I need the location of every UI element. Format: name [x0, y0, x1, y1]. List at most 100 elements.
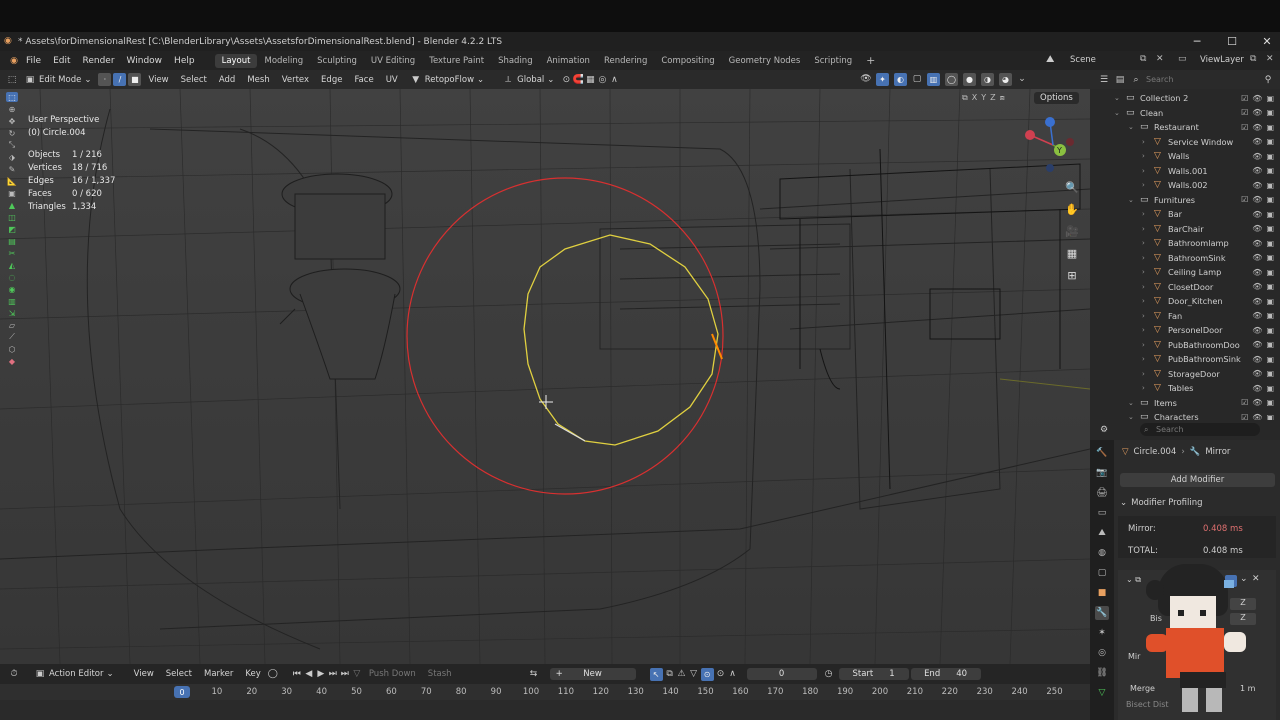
render-camera-icon[interactable]: ▣ — [1266, 282, 1274, 291]
snap-icon[interactable]: 🧲 — [572, 74, 584, 86]
workspace-tab-texture-paint[interactable]: Texture Paint — [422, 54, 491, 68]
chevron-right-icon[interactable]: › — [1142, 225, 1145, 233]
warning-icon[interactable]: ⚠ — [676, 668, 688, 680]
smooth-tool-icon[interactable]: ◉ — [6, 284, 18, 294]
proportional-edit-icon[interactable]: ◎ — [596, 74, 608, 86]
eye-icon[interactable]: 👁 — [1252, 239, 1262, 248]
options-dropdown[interactable]: Options — [1034, 92, 1079, 104]
render-camera-icon[interactable]: ▣ — [1266, 166, 1274, 175]
output-tab-icon[interactable]: 🖨 — [1095, 486, 1109, 500]
eye-icon[interactable]: 👁 — [1252, 311, 1262, 320]
eye-icon[interactable]: 👁 — [1252, 224, 1262, 233]
chevron-down-icon[interactable]: ⌄ — [1128, 399, 1134, 407]
workspace-tab-layout[interactable]: Layout — [214, 53, 258, 68]
exclude-checkbox-icon[interactable]: ☑ — [1241, 108, 1248, 117]
3d-viewport[interactable] — [0, 89, 1090, 664]
outliner-row[interactable]: ⌄ ▭ Items ☑ 👁 ▣ — [1090, 396, 1280, 411]
particles-tab-icon[interactable]: ✶ — [1095, 626, 1109, 640]
world-tab-icon[interactable]: ◍ — [1095, 546, 1109, 560]
ortho-toggle-icon[interactable]: ▦ — [1063, 244, 1081, 262]
auto-merge-icon[interactable]: ⧈ — [1000, 93, 1005, 103]
current-frame-field[interactable]: 0 — [746, 668, 817, 680]
chevron-right-icon[interactable]: › — [1142, 152, 1145, 160]
mesh-overlay-icon[interactable]: ▢ — [911, 73, 923, 85]
outliner-row[interactable]: › ▽ StorageDoor 👁 ▣ — [1090, 367, 1280, 382]
properties-search-input[interactable]: ⌕ Search — [1140, 423, 1260, 436]
header-menu-vertex[interactable]: Vertex — [276, 74, 315, 86]
transform-orientation-dropdown[interactable]: ⟂ Global ⌄ — [496, 73, 560, 87]
measure-tool-icon[interactable]: 📐 — [6, 176, 18, 186]
rendered-shading-icon[interactable]: ◕ — [999, 73, 1012, 86]
outliner-row[interactable]: › ▽ Ceiling Lamp 👁 ▣ — [1090, 265, 1280, 280]
render-camera-icon[interactable]: ▣ — [1266, 94, 1274, 103]
render-camera-icon[interactable]: ▣ — [1266, 355, 1274, 364]
header-menu-select[interactable]: Select — [175, 74, 213, 86]
neg-x-axis-icon[interactable] — [1066, 138, 1074, 146]
extrude-tool-icon[interactable]: ▲ — [6, 200, 18, 210]
move-tool-icon[interactable]: ✥ — [6, 116, 18, 126]
push-down-button[interactable]: Push Down — [363, 668, 422, 680]
shrink-tool-icon[interactable]: ⇲ — [6, 308, 18, 318]
header-menu-mesh[interactable]: Mesh — [241, 74, 275, 86]
render-camera-icon[interactable]: ▣ — [1266, 123, 1274, 132]
timeline-menu-select[interactable]: Select — [160, 668, 198, 680]
transform-tool-icon[interactable]: ⬗ — [6, 152, 18, 162]
filter-funnel-icon[interactable]: ▽ — [688, 668, 700, 680]
auto-snap-icon[interactable]: ⊙ — [700, 667, 714, 681]
outliner-row[interactable]: › ▽ Bathroomlamp 👁 ▣ — [1090, 236, 1280, 251]
mirror-modifier-icon[interactable]: ⌄ ⧉ — [1126, 575, 1141, 585]
edge-slide-tool-icon[interactable]: ▥ — [6, 296, 18, 306]
playhead[interactable]: 0 — [174, 686, 190, 698]
axis-y-toggle[interactable]: Y — [981, 93, 986, 103]
modifier-profiling-header[interactable]: ⌄ Modifier Profiling — [1120, 498, 1203, 508]
solid-shading-icon[interactable]: ● — [963, 73, 976, 86]
action-browse-icon[interactable]: ⇆ — [528, 668, 540, 680]
render-camera-icon[interactable]: ▣ — [1266, 195, 1274, 204]
filter-only-selected-icon[interactable]: ↖ — [649, 667, 663, 681]
render-camera-icon[interactable]: ▣ — [1266, 108, 1274, 117]
outliner-row[interactable]: › ▽ Walls.001 👁 ▣ — [1090, 164, 1280, 179]
outliner-row[interactable]: › ▽ ClosetDoor 👁 ▣ — [1090, 280, 1280, 295]
next-key-icon[interactable]: ⏭ — [327, 668, 339, 680]
add-cube-tool-icon[interactable]: ▣ — [6, 188, 18, 198]
render-camera-icon[interactable]: ▣ — [1266, 398, 1274, 407]
chevron-right-icon[interactable]: › — [1142, 370, 1145, 378]
rip-tool-icon[interactable]: ⟋ — [6, 332, 18, 342]
outliner-search-input[interactable]: Search — [1146, 75, 1173, 84]
render-camera-icon[interactable]: ▣ — [1266, 384, 1274, 393]
inset-tool-icon[interactable]: ◫ — [6, 212, 18, 222]
menu-edit[interactable]: Edit — [47, 56, 76, 66]
chevron-down-icon[interactable]: ⌄ — [1128, 196, 1134, 204]
eye-icon[interactable]: 👁 — [1252, 181, 1262, 190]
record-icon[interactable]: ◯ — [267, 668, 279, 680]
outliner-row[interactable]: ⌄ ▭ Collection 2 ☑ 👁 ▣ — [1090, 91, 1280, 106]
neg-z-axis-icon[interactable] — [1046, 164, 1054, 172]
render-tab-icon[interactable]: 📷 — [1095, 466, 1109, 480]
eye-icon[interactable]: 👁 — [1252, 282, 1262, 291]
wireframe-shading-icon[interactable]: ◯ — [945, 73, 958, 86]
shading-options-icon[interactable]: ⌄ — [1016, 73, 1028, 85]
eye-icon[interactable]: 👁 — [1252, 152, 1262, 161]
stash-button[interactable]: Stash — [422, 668, 458, 680]
preview-range-icon[interactable]: ◷ — [823, 668, 835, 680]
eye-icon[interactable]: 👁 — [1252, 166, 1262, 175]
properties-editor-icon[interactable]: ⚙ — [1098, 424, 1110, 436]
outliner-row[interactable]: › ▽ Tables 👁 ▣ — [1090, 381, 1280, 396]
object-tab-icon[interactable]: ■ — [1095, 586, 1109, 600]
menu-window[interactable]: Window — [121, 56, 169, 66]
exclude-checkbox-icon[interactable]: ☑ — [1241, 195, 1248, 204]
snap-target-icon[interactable]: ▦ — [584, 74, 596, 86]
vertex-select-icon[interactable]: · — [98, 73, 112, 86]
material-shading-icon[interactable]: ◑ — [981, 73, 994, 86]
eye-icon[interactable]: 👁 — [1252, 340, 1262, 349]
menu-help[interactable]: Help — [168, 56, 201, 66]
add-modifier-button[interactable]: Add Modifier — [1120, 473, 1275, 487]
navigation-gizmo[interactable]: Y — [1020, 112, 1086, 178]
poly-build-tool-icon[interactable]: ◭ — [6, 260, 18, 270]
new-view-layer-icon[interactable]: ⧉ — [1250, 54, 1256, 64]
chevron-right-icon[interactable]: › — [1142, 297, 1145, 305]
render-camera-icon[interactable]: ▣ — [1266, 369, 1274, 378]
render-camera-icon[interactable]: ▣ — [1266, 181, 1274, 190]
pan-hand-icon[interactable]: ✋ — [1063, 200, 1081, 218]
workspace-tab-uv-editing[interactable]: UV Editing — [364, 54, 422, 68]
